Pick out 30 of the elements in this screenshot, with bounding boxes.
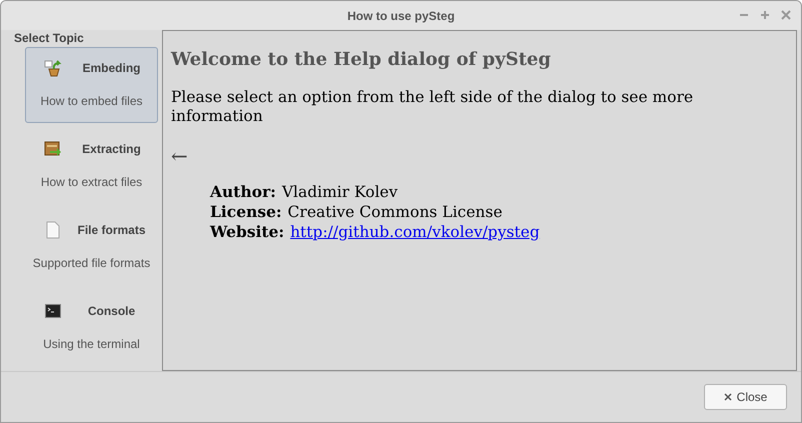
topic-item[interactable]: Extracting How to extract files <box>25 128 158 204</box>
plant-pot-icon <box>44 59 62 77</box>
topic-description: Supported file formats <box>32 255 150 272</box>
topic-description: Using the terminal <box>43 336 140 353</box>
detail-label: License: <box>210 202 282 222</box>
detail-value: Creative Commons License <box>288 202 502 222</box>
topic-title: Extracting <box>81 141 142 158</box>
window-title: How to use pySteg <box>347 8 455 24</box>
topic-description: How to embed files <box>40 93 143 110</box>
arrow-symbol: ← <box>171 144 188 168</box>
website-link[interactable]: http://github.com/vkolev/pysteg <box>290 222 540 242</box>
close-button[interactable]: Close <box>704 384 787 410</box>
help-heading: Welcome to the Help dialog of pySteg <box>171 48 552 72</box>
detail-value: Vladimir Kolev <box>282 182 398 202</box>
topic-item[interactable]: Console Using the terminal <box>25 290 158 366</box>
topic-item[interactable]: Embeding How to embed files <box>25 47 158 123</box>
document-icon <box>46 221 60 239</box>
topic-item[interactable]: File formats Supported file formats <box>25 209 158 285</box>
terminal-icon <box>45 304 61 318</box>
topic-title: Embeding <box>81 60 142 77</box>
intro-paragraph: Please select an option from the left side of the dialog to see more information <box>171 88 694 126</box>
maximize-icon[interactable] <box>760 10 770 20</box>
topic-description: How to extract files <box>40 174 142 191</box>
detail-label: Author: <box>210 182 276 202</box>
topic-title: File formats <box>76 222 146 239</box>
close-icon[interactable] <box>781 10 791 20</box>
detail-label: Website: <box>210 222 284 242</box>
topic-title: Console <box>86 303 136 320</box>
sidebar-heading: Select Topic <box>13 30 85 46</box>
close-icon <box>724 393 732 401</box>
